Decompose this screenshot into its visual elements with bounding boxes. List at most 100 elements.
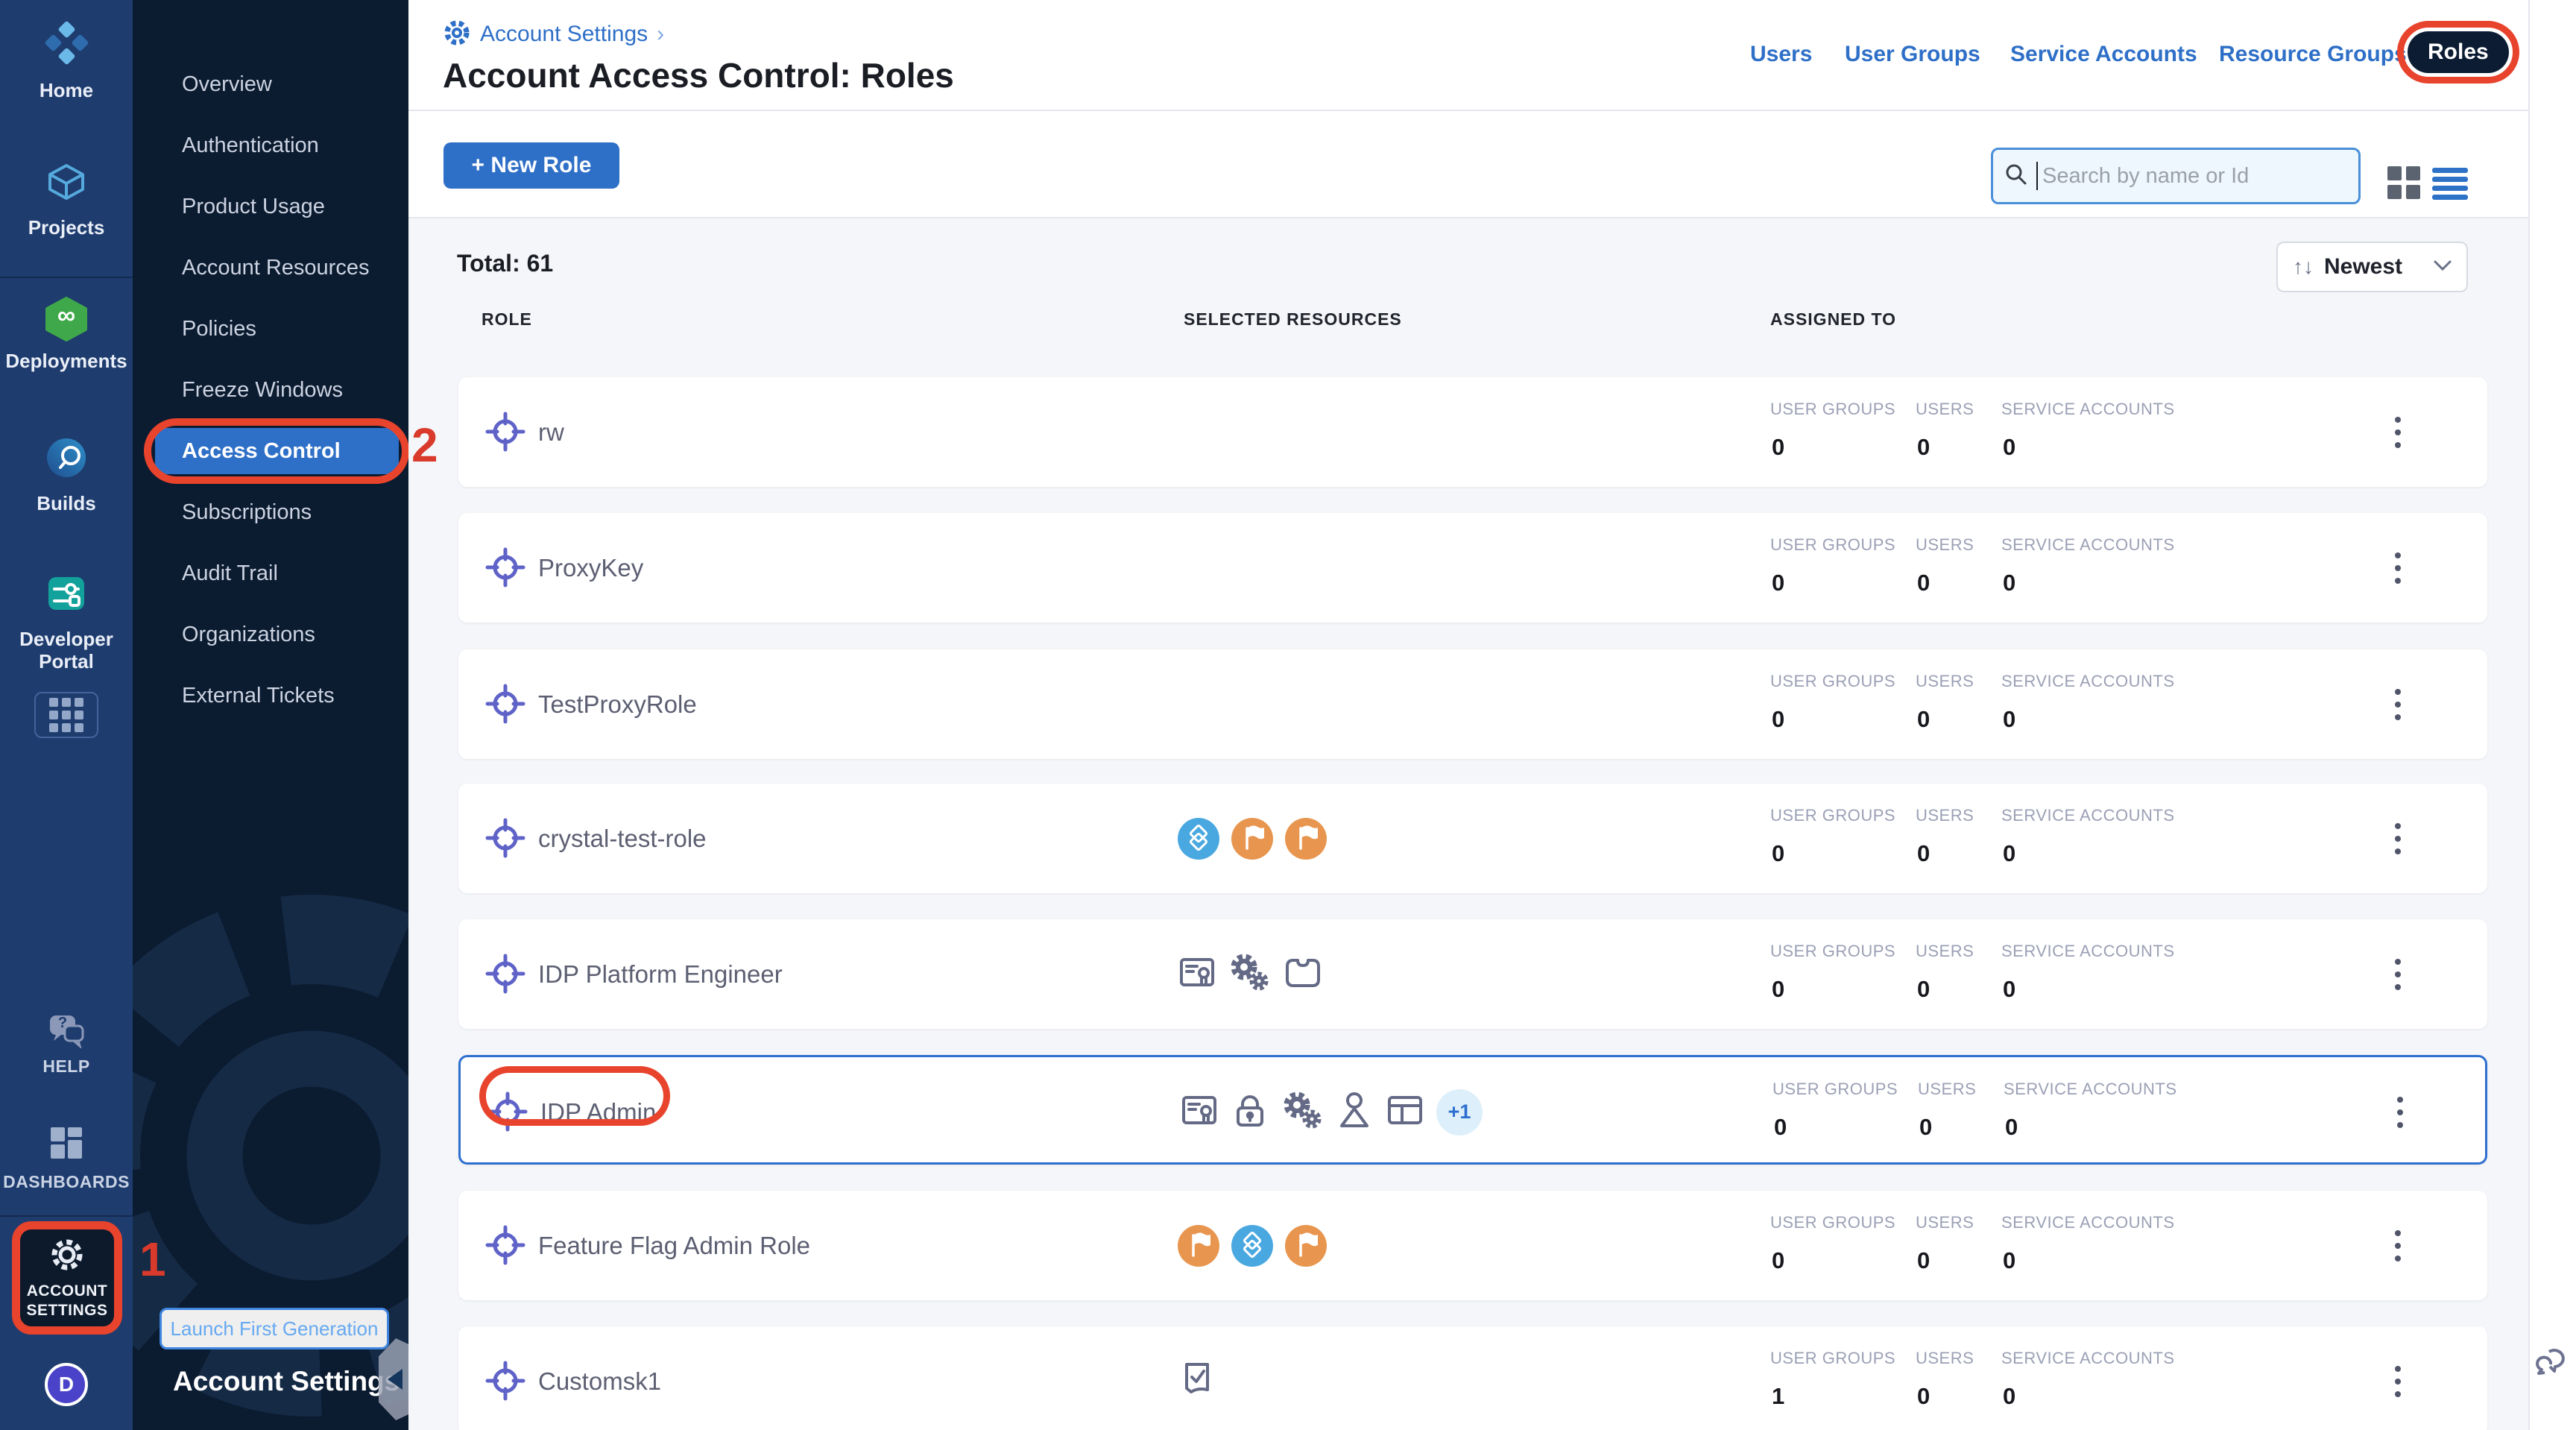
user-avatar[interactable]: D [45, 1363, 88, 1406]
sidebar-item-freeze-windows[interactable]: Freeze Windows [133, 371, 408, 409]
users-count: 0 [1917, 1247, 1930, 1274]
rail-item-deployments[interactable]: ∞ Deployments [0, 295, 133, 372]
role-row-idp-platform-engineer[interactable]: IDP Platform Engineer USER GROUPS USERS … [458, 919, 2487, 1029]
users-count: 0 [1917, 706, 1930, 733]
service-accounts-label: SERVICE ACCOUNTS [2004, 1080, 2177, 1099]
lock-resource-icon [1231, 1091, 1269, 1133]
row-menu-button[interactable] [2387, 513, 2408, 623]
role-name: ProxyKey [538, 513, 643, 623]
rail-item-home[interactable]: Home [0, 19, 133, 101]
role-crosshair-icon [484, 411, 526, 456]
column-header-role: ROLE [482, 309, 532, 330]
user-groups-label: USER GROUPS [1770, 942, 1895, 961]
breadcrumb-separator: › [657, 22, 664, 47]
annotation-step-1: 1 [139, 1232, 166, 1287]
list-view-toggle[interactable] [2432, 168, 2468, 200]
new-role-button[interactable]: + New Role [443, 142, 619, 189]
row-menu-button[interactable] [2387, 1326, 2408, 1430]
service-accounts-label: SERVICE ACCOUNTS [2001, 1213, 2175, 1232]
row-menu-button[interactable] [2387, 784, 2408, 893]
role-row-customsk1[interactable]: Customsk1 USER GROUPS USERS SERVICE ACCO… [458, 1326, 2487, 1430]
service-accounts-label: SERVICE ACCOUNTS [2001, 942, 2175, 961]
role-name: rw [538, 377, 564, 487]
rail-label: Developer Portal [10, 628, 122, 673]
launch-first-generation-button[interactable]: Launch First Generation [160, 1308, 389, 1349]
service-accounts-count: 0 [2003, 706, 2015, 733]
rail-item-builds[interactable]: Builds [0, 434, 133, 514]
toolbar: + New Role [408, 110, 2528, 218]
row-menu-button[interactable] [2387, 919, 2408, 1029]
sidebar-item-access-control-active[interactable]: Access Control [155, 428, 399, 474]
flag-orange-resource-icon [1178, 1225, 1219, 1267]
role-crosshair-icon [484, 683, 526, 728]
role-name: crystal-test-role [538, 784, 707, 893]
gears-resource-icon [1281, 1091, 1323, 1133]
users-count: 0 [1919, 1114, 1932, 1141]
role-row-proxykey[interactable]: ProxyKey USER GROUPS USERS SERVICE ACCOU… [458, 513, 2487, 623]
tab-user-groups[interactable]: User Groups [1845, 42, 1980, 67]
sidebar-item-subscriptions[interactable]: Subscriptions [133, 494, 408, 531]
user-groups-count: 0 [1772, 570, 1784, 596]
tab-service-accounts[interactable]: Service Accounts [2010, 42, 2197, 67]
sidebar-item-audit-trail[interactable]: Audit Trail [133, 555, 408, 592]
help-icon: ? [45, 1012, 87, 1048]
rail-item-projects[interactable]: Projects [0, 158, 133, 239]
person-resource-icon [1335, 1091, 1374, 1133]
search-box[interactable] [1991, 148, 2361, 204]
sidebar-item-organizations[interactable]: Organizations [133, 616, 408, 653]
rail-item-developer-portal[interactable]: Developer Portal [0, 570, 133, 673]
rail-label: Builds [37, 492, 95, 514]
role-row-crystal-test-role[interactable]: crystal-test-role USER GROUPS USERS SERV… [458, 784, 2487, 893]
sidebar-item-authentication[interactable]: Authentication [133, 127, 408, 164]
role-name: TestProxyRole [538, 649, 697, 759]
service-accounts-label: SERVICE ACCOUNTS [2001, 672, 2175, 691]
rail-item-dashboards[interactable]: DASHBOARDS [0, 1126, 133, 1193]
role-crosshair-icon [487, 1091, 528, 1136]
support-chat-icon[interactable] [2534, 1341, 2573, 1383]
user-groups-count: 1 [1772, 1383, 1784, 1410]
sidebar-item-policies[interactable]: Policies [133, 310, 408, 347]
row-menu-button[interactable] [2387, 377, 2408, 487]
role-row-idp-admin[interactable]: IDP Admin +1 USER GROUPS USERS SERVICE A… [458, 1055, 2487, 1165]
row-menu-button[interactable] [2387, 649, 2408, 759]
tab-users[interactable]: Users [1750, 42, 1812, 67]
users-label: USERS [1916, 1349, 1974, 1368]
role-crosshair-icon [484, 1224, 526, 1270]
selected-resources [1178, 1326, 1216, 1430]
role-row-feature-flag-admin-role[interactable]: Feature Flag Admin Role USER GROUPS USER… [458, 1191, 2487, 1300]
column-header-selected-resources: SELECTED RESOURCES [1184, 309, 1402, 330]
module-picker-button[interactable] [34, 692, 98, 738]
sidebar-item-product-usage[interactable]: Product Usage [133, 188, 408, 225]
sidebar-item-external-tickets[interactable]: External Tickets [133, 677, 408, 714]
pipeline-blue-resource-icon [1231, 1225, 1273, 1267]
dashboards-icon [49, 1126, 83, 1164]
role-row-testproxyrole[interactable]: TestProxyRole USER GROUPS USERS SERVICE … [458, 649, 2487, 759]
row-menu-button[interactable] [2387, 1191, 2408, 1300]
user-groups-count: 0 [1772, 1247, 1784, 1274]
tab-roles-active[interactable]: Roles [2408, 31, 2509, 73]
users-count: 0 [1917, 840, 1930, 867]
search-input[interactable] [2041, 163, 2348, 189]
rail-label: Deployments [5, 350, 127, 372]
grid-view-toggle[interactable] [2387, 166, 2420, 199]
breadcrumb-account-settings-link[interactable]: Account Settings [480, 22, 648, 47]
column-header-assigned-to: ASSIGNED TO [1770, 309, 1896, 330]
users-label: USERS [1916, 535, 1974, 555]
rail-item-help[interactable]: ? HELP [0, 1012, 133, 1077]
role-crosshair-icon [484, 953, 526, 998]
sort-value: Newest [2324, 254, 2423, 280]
chevron-down-icon [2434, 260, 2452, 274]
sidebar-item-account-resources[interactable]: Account Resources [133, 249, 408, 286]
tab-resource-groups[interactable]: Resource Groups [2219, 42, 2407, 67]
role-row-rw[interactable]: rw USER GROUPS USERS SERVICE ACCOUNTS 0 … [458, 377, 2487, 487]
user-groups-label: USER GROUPS [1772, 1080, 1898, 1099]
rail-item-account-settings[interactable]: ACCOUNT SETTINGS [20, 1229, 114, 1326]
sidebar-item-overview[interactable]: Overview [133, 66, 408, 103]
gear-icon [48, 1236, 86, 1277]
rail-label: Home [40, 79, 93, 101]
row-menu-button[interactable] [2390, 1057, 2411, 1167]
avatar-letter: D [59, 1373, 74, 1396]
service-accounts-count: 0 [2005, 1114, 2018, 1141]
sort-dropdown[interactable]: ↑↓ Newest [2276, 242, 2468, 292]
collapse-arrow-icon [388, 1369, 402, 1390]
